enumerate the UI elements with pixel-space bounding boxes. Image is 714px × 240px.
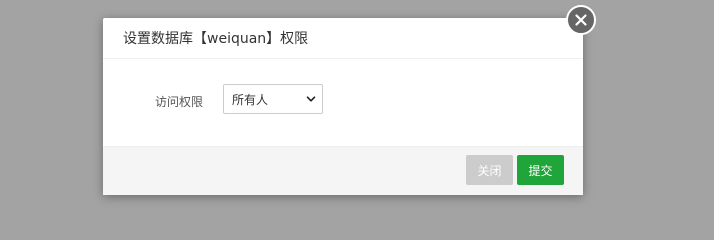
access-permission-label: 访问权限: [155, 95, 204, 109]
chevron-down-icon: [306, 96, 316, 102]
close-icon: [575, 14, 587, 26]
dialog-title: 设置数据库【weiquan】权限: [123, 31, 309, 47]
dialog-footer: 关闭 提交: [103, 146, 583, 195]
access-permission-value: 所有人: [232, 92, 269, 107]
close-button[interactable]: 关闭: [466, 155, 513, 185]
dialog-close-button[interactable]: [566, 5, 596, 35]
access-permission-select[interactable]: 所有人: [223, 84, 323, 114]
dialog-header: 设置数据库【weiquan】权限: [103, 18, 583, 59]
submit-button[interactable]: 提交: [517, 155, 564, 185]
permission-dialog: 设置数据库【weiquan】权限 访问权限 所有人 关闭 提交: [103, 18, 583, 195]
dialog-body: 访问权限 所有人: [103, 59, 583, 146]
